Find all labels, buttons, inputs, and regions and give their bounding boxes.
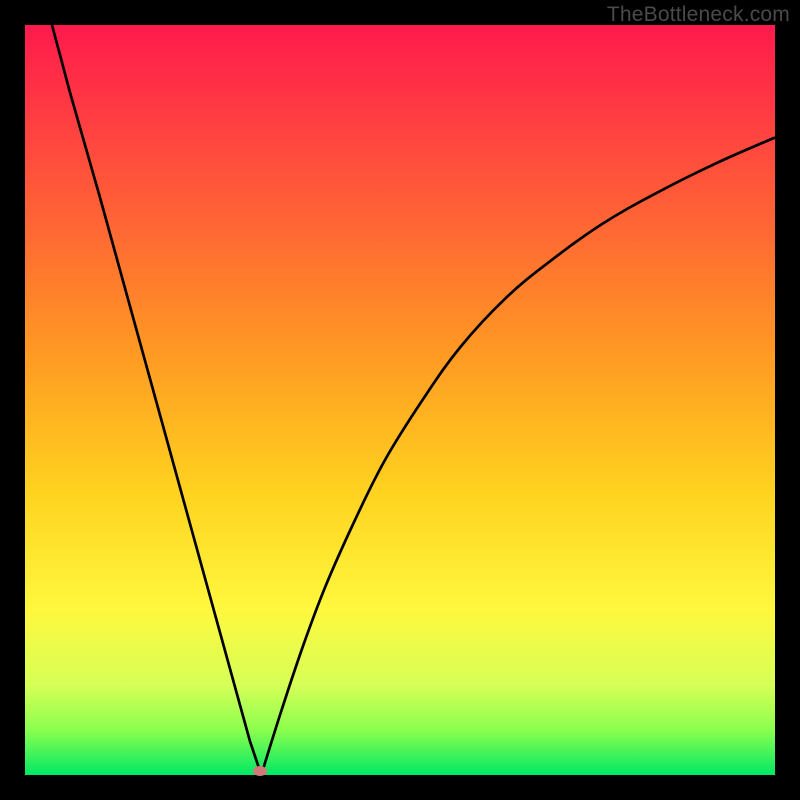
chart-frame	[25, 25, 775, 775]
bottleneck-curve	[25, 25, 775, 775]
curve-right-branch	[261, 138, 775, 776]
watermark-text: TheBottleneck.com	[607, 3, 790, 27]
curve-left-branch	[52, 25, 261, 775]
minimum-marker	[253, 766, 267, 776]
